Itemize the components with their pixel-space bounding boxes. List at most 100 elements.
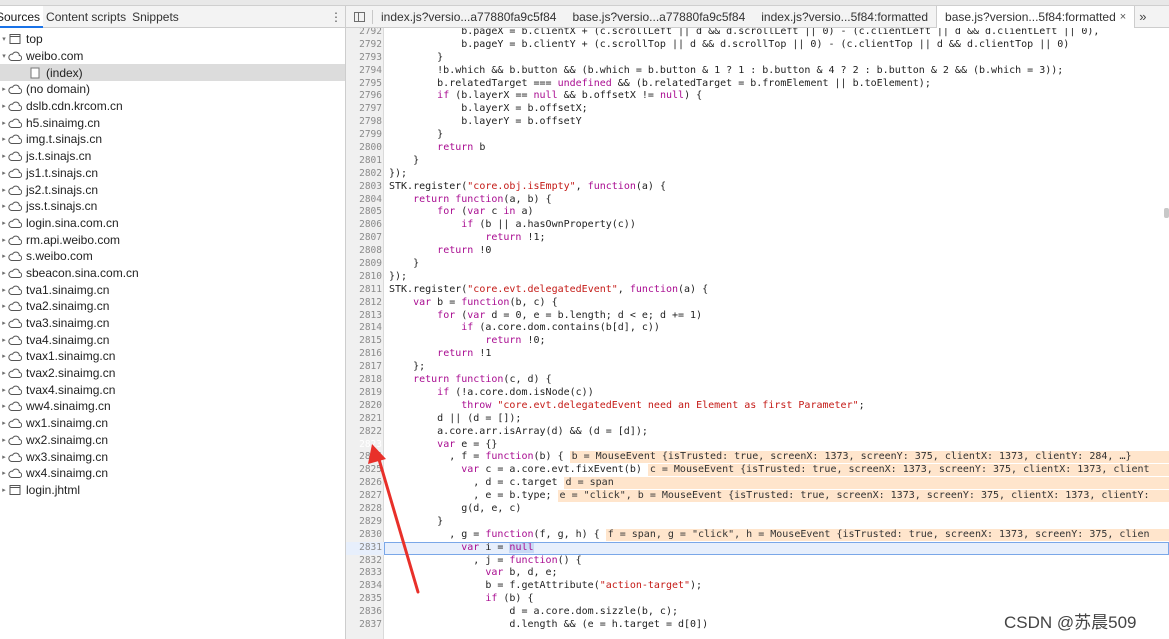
code-line[interactable]: 2801 } [346, 155, 1169, 168]
line-number[interactable]: 2816 [346, 348, 383, 361]
code-line[interactable]: 2820 throw "core.evt.delegatedEvent need… [346, 400, 1169, 413]
chevron-right-icon[interactable]: ▸ [0, 169, 8, 177]
code-line[interactable]: 2817 }; [346, 361, 1169, 374]
code-line[interactable]: 2814 if (a.core.dom.contains(b[d], c)) [346, 322, 1169, 335]
code-editor[interactable]: 2792 b.pageX = b.clientX + (c.scrollLeft… [346, 28, 1169, 639]
tree-item[interactable]: ▸ wx1.sinaimg.cn [0, 415, 345, 432]
line-number[interactable]: 2800 [346, 142, 383, 155]
line-number[interactable]: 2806 [346, 219, 383, 232]
line-number[interactable]: 2803 [346, 181, 383, 194]
code-line[interactable]: 2792 b.pageY = b.clientY + (c.scrollTop … [346, 39, 1169, 52]
tree-item[interactable]: ▸ wx4.sinaimg.cn [0, 465, 345, 482]
line-number[interactable]: 2809 [346, 258, 383, 271]
chevron-right-icon[interactable]: ▸ [0, 386, 8, 394]
line-number[interactable]: 2813 [346, 310, 383, 323]
chevron-right-icon[interactable]: ▸ [0, 319, 8, 327]
code-line[interactable]: 2819 if (!a.core.dom.isNode(c)) [346, 387, 1169, 400]
tree-item[interactable]: ▾ top [0, 31, 345, 48]
chevron-right-icon[interactable]: ▸ [0, 135, 8, 143]
tree-item[interactable]: ▸ js.t.sinajs.cn [0, 148, 345, 165]
close-tab-icon[interactable]: × [1120, 6, 1126, 28]
chevron-right-icon[interactable]: ▸ [0, 402, 8, 410]
scrollbar-thumb[interactable] [1164, 208, 1169, 218]
tab-snippets[interactable]: Snippets [129, 6, 182, 28]
line-number[interactable]: 2821 [346, 413, 383, 426]
tree-item[interactable]: ▸ wx2.sinaimg.cn [0, 432, 345, 449]
line-number[interactable]: 2835 [346, 593, 383, 606]
code-line[interactable]: 2802}); [346, 168, 1169, 181]
tree-item[interactable]: ▾ weibo.com [0, 48, 345, 65]
code-line[interactable]: 2797 b.layerX = b.offsetX; [346, 103, 1169, 116]
line-number[interactable]: 2834 [346, 580, 383, 593]
chevron-down-icon[interactable]: ▾ [0, 52, 8, 60]
line-number[interactable]: 2792 [346, 39, 383, 52]
more-options-icon[interactable]: ⋮ [330, 8, 342, 26]
line-number[interactable]: 2829 [346, 516, 383, 529]
tree-item[interactable]: ▸ js1.t.sinajs.cn [0, 165, 345, 182]
line-number[interactable]: 2794 [346, 65, 383, 78]
file-tab[interactable]: index.js?versio...5f84:formatted [753, 6, 936, 28]
line-number[interactable]: 2830 [346, 529, 383, 542]
chevron-down-icon[interactable]: ▾ [0, 35, 8, 43]
chevron-right-icon[interactable]: ▸ [0, 119, 8, 127]
code-line[interactable]: 2816 return !1 [346, 348, 1169, 361]
file-tab-active[interactable]: base.js?version...5f84:formatted × [936, 5, 1136, 29]
chevron-right-icon[interactable]: ▸ [0, 236, 8, 244]
line-number[interactable]: 2811 [346, 284, 383, 297]
code-line[interactable]: 2823 var e = {} [346, 439, 1169, 452]
chevron-right-icon[interactable]: ▸ [0, 336, 8, 344]
chevron-right-icon[interactable]: ▸ [0, 152, 8, 160]
tree-item[interactable]: ▸ tvax2.sinaimg.cn [0, 365, 345, 382]
code-line[interactable]: 2792 b.pageX = b.clientX + (c.scrollLeft… [346, 28, 1169, 39]
chevron-right-icon[interactable]: ▸ [0, 453, 8, 461]
code-line[interactable]: 2815 return !0; [346, 335, 1169, 348]
file-tab[interactable]: base.js?versio...a77880fa9c5f84 [564, 6, 753, 28]
line-number[interactable]: 2812 [346, 297, 383, 310]
line-number[interactable]: 2819 [346, 387, 383, 400]
line-number[interactable]: 2798 [346, 116, 383, 129]
tree-item[interactable]: ▸ tva4.sinaimg.cn [0, 331, 345, 348]
code-line[interactable]: 2795 b.relatedTarget === undefined && (b… [346, 78, 1169, 91]
chevron-right-icon[interactable]: ▸ [0, 469, 8, 477]
tree-item[interactable]: ▸ tvax1.sinaimg.cn [0, 348, 345, 365]
code-line[interactable]: 2818 return function(c, d) { [346, 374, 1169, 387]
tree-item[interactable]: ▸ login.jhtml [0, 482, 345, 499]
code-line[interactable]: 2829 } [346, 516, 1169, 529]
line-number[interactable]: 2797 [346, 103, 383, 116]
code-line[interactable]: 2806 if (b || a.hasOwnProperty(c)) [346, 219, 1169, 232]
chevron-right-icon[interactable]: ▸ [0, 419, 8, 427]
line-number[interactable]: 2822 [346, 426, 383, 439]
code-line[interactable]: 2830 , g = function(f, g, h) {f = span, … [346, 528, 1169, 542]
code-line[interactable]: 2828 g(d, e, c) [346, 503, 1169, 516]
code-line[interactable]: 2807 return !1; [346, 232, 1169, 245]
line-number[interactable]: 2826 [346, 477, 383, 490]
line-number[interactable]: 2796 [346, 90, 383, 103]
tree-item[interactable]: ▸ js2.t.sinajs.cn [0, 181, 345, 198]
chevron-right-icon[interactable]: ▸ [0, 186, 8, 194]
chevron-right-icon[interactable]: ▸ [0, 486, 8, 494]
line-number[interactable]: 2814 [346, 322, 383, 335]
code-line[interactable]: 2825 var c = a.core.evt.fixEvent(b) c = M… [346, 464, 1169, 477]
toggle-navigator-icon[interactable] [346, 6, 372, 28]
code-line[interactable]: 2831 var i = null [346, 541, 1169, 555]
code-line[interactable]: 2827 , e = b.type; e = "click", b = Mouse… [346, 490, 1169, 503]
tree-item[interactable]: ▸ dslb.cdn.krcom.cn [0, 98, 345, 115]
tree-item[interactable]: ▸ wx3.sinaimg.cn [0, 448, 345, 465]
chevron-right-icon[interactable]: ▸ [0, 252, 8, 260]
chevron-right-icon[interactable]: ▸ [0, 269, 8, 277]
breakpoint-line-number[interactable]: 2823 [346, 439, 383, 452]
line-number[interactable]: 2805 [346, 206, 383, 219]
tree-item[interactable]: ▸ rm.api.weibo.com [0, 231, 345, 248]
code-line[interactable]: 2804 return function(a, b) { [346, 194, 1169, 207]
code-line[interactable]: 2811 STK.register("core.evt.delegatedEven… [346, 284, 1169, 297]
line-number[interactable]: 2825 [346, 464, 383, 477]
line-number[interactable]: 2831 [346, 542, 383, 555]
code-line[interactable]: 2803 STK.register("core.obj.isEmpty", fun… [346, 181, 1169, 194]
line-number[interactable]: 2837 [346, 619, 383, 632]
code-line[interactable]: 2799 } [346, 129, 1169, 142]
code-line[interactable]: 2796 if (b.layerX == null && b.offsetX !… [346, 90, 1169, 103]
line-number[interactable]: 2836 [346, 606, 383, 619]
chevron-right-icon[interactable]: ▸ [0, 286, 8, 294]
line-number[interactable]: 2827 [346, 490, 383, 503]
tree-item[interactable]: ▸ ww4.sinaimg.cn [0, 398, 345, 415]
